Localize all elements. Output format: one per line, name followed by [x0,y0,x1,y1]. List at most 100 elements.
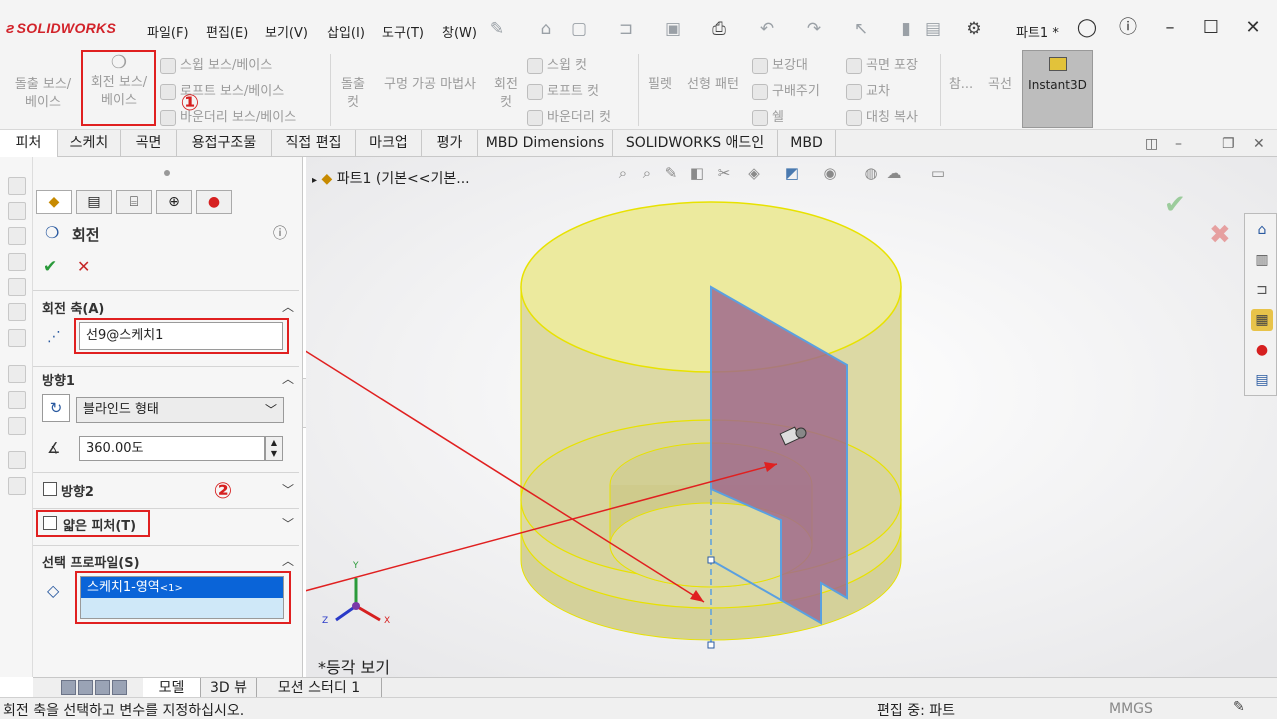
tab-evaluate[interactable]: 평가 [422,130,478,157]
linear-pattern-button[interactable]: 선형 패턴 [680,76,746,94]
tab-model[interactable]: 모델 [143,678,201,698]
wrap-button[interactable]: 곡면 포장 [846,54,918,74]
tab-sketch[interactable]: 스케치 [58,130,121,157]
edit-appearance-icon[interactable]: ◍ [861,163,881,183]
tile-icon[interactable]: ◫ [1145,136,1158,152]
rebuild-status-icon[interactable]: ✎ [1233,699,1245,715]
chevron-up-icon[interactable]: ︿ [282,370,294,387]
strip-feature-icon[interactable] [8,477,26,495]
help-icon[interactable]: ⓘ [273,223,287,243]
file-explorer-icon[interactable]: ⊐ [1251,279,1273,301]
menu-edit[interactable]: 편집(E) [206,22,248,41]
sweep-cut-button[interactable]: 스윕 컷 [527,54,587,74]
revolve-cut-button[interactable]: 회전 컷 [488,76,524,112]
strip-feature-icon[interactable] [8,303,26,321]
mirror-button[interactable]: 대칭 복사 [846,106,918,126]
chevron-down-icon[interactable]: ﹀ [282,515,294,532]
redo-icon[interactable]: ↷ [803,18,825,40]
tab-mbd-dimensions[interactable]: MBD Dimensions [478,130,613,157]
hole-wizard-button[interactable]: 구멍 가공 마법사 [374,76,486,94]
boundary-cut-button[interactable]: 바운더리 컷 [527,106,611,126]
help-icon[interactable]: ⓘ [1116,16,1140,40]
zoom-to-fit-icon[interactable]: ⌕ [613,163,633,183]
direction2-checkbox[interactable] [43,482,57,496]
select-icon[interactable]: ↖ [850,18,872,40]
extrude-boss-button[interactable]: 돌출 보스/ 베이스 [8,76,78,112]
view-palette-icon[interactable]: ▦ [1251,309,1273,331]
solidworks-resources-icon[interactable]: ⌂ [1251,219,1273,241]
sketch-point[interactable] [707,641,715,649]
axis-section-title[interactable]: 회전 축(A) [42,298,104,317]
strip-feature-icon[interactable] [8,253,26,271]
rebuild-icon[interactable]: ▮ [895,18,917,40]
fillet-button[interactable]: 필렛 [642,76,678,94]
minimize-button[interactable]: – [1158,16,1182,40]
tab-surfaces[interactable]: 곡면 [121,130,177,157]
undo-icon[interactable]: ↶ [756,18,778,40]
strip-feature-icon[interactable] [8,391,26,409]
first-tab-button[interactable] [61,680,76,695]
view-settings-icon[interactable]: ▭ [928,163,948,183]
confirm-ok-icon[interactable]: ✔ [1164,190,1186,220]
strip-feature-icon[interactable] [8,227,26,245]
design-library-icon[interactable]: ▥ [1251,249,1273,271]
maximize-button[interactable]: ☐ [1199,16,1223,40]
end-condition-select[interactable]: 블라인드 형태 ﹀ [76,397,284,423]
appearances-icon[interactable]: ● [1251,339,1273,361]
print-icon[interactable]: ⎙ [708,18,730,40]
solidworks-logo[interactable]: ƨ SOLIDWORKS [6,20,116,37]
reverse-direction-button[interactable]: ↻ [42,394,70,422]
previous-view-icon[interactable]: ✎ [661,163,681,183]
direction1-section-title[interactable]: 방향1 [42,370,75,389]
pm-tab-property-manager[interactable]: ▤ [76,190,112,214]
save-icon[interactable]: ▣ [662,18,684,40]
pm-tab-dimxpert[interactable]: ⊕ [156,190,192,214]
feature-tree-root[interactable]: ▸ ◆ 파트1 (기본<<기본... [312,168,470,188]
window-restore-icon[interactable]: ❐ [1222,136,1235,152]
draft-button[interactable]: 구배주기 [752,80,820,100]
extrude-cut-button[interactable]: 돌출 컷 [334,76,372,112]
menu-insert[interactable]: 삽입(I) [327,22,365,41]
tab-markup[interactable]: 마크업 [356,130,422,157]
pm-tab-configuration-manager[interactable]: ⌸ [116,190,152,214]
model-viewport[interactable] [306,157,1277,677]
instant3d-button[interactable]: Instant3D [1022,50,1093,128]
previous-tab-button[interactable] [78,680,93,695]
window-close-icon[interactable]: ✕ [1253,136,1265,152]
file-properties-icon[interactable]: ▤ [922,18,944,40]
strip-feature-icon[interactable] [8,451,26,469]
section-view-icon[interactable]: ◧ [687,163,707,183]
hide-show-items-icon[interactable]: ◉ [820,163,840,183]
tab-direct-editing[interactable]: 직접 편집 [272,130,356,157]
reference-geometry-button[interactable]: 참... [944,76,978,94]
restore-pane-icon[interactable]: – [1175,136,1182,152]
chevron-up-icon[interactable]: ︿ [282,552,294,569]
close-button[interactable]: ✕ [1241,16,1265,40]
graphics-area[interactable]: ⌕ ⌕ ✎ ◧ ✂ ◈ ◩ ◉ ◍ ☁ ▭ ✔ ✖ Y X Z [306,157,1277,677]
tab-motion-study[interactable]: 모션 스터디 1 [257,678,382,698]
strip-feature-icon[interactable] [8,202,26,220]
custom-properties-icon[interactable]: ▤ [1251,369,1273,391]
chevron-down-icon[interactable]: ﹀ [282,481,294,498]
loft-cut-button[interactable]: 로프트 컷 [527,80,599,100]
view-orientation-icon[interactable]: ◈ [744,163,764,183]
menu-tools[interactable]: 도구(T) [382,22,424,41]
intersect-button[interactable]: 교차 [846,80,890,100]
tab-weldments[interactable]: 용접구조물 [177,130,272,157]
tab-3d-view[interactable]: 3D 뷰 [201,678,257,698]
confirm-cancel-icon[interactable]: ✖ [1209,220,1231,250]
zoom-area-icon[interactable]: ⌕ [637,163,657,183]
display-style-icon[interactable]: ◩ [782,163,802,183]
apply-scene-icon[interactable]: ☁ [884,163,904,183]
tab-solidworks-addins[interactable]: SOLIDWORKS 애드인 [613,130,778,157]
unit-system-selector[interactable]: MMGS [1109,701,1153,717]
strip-feature-icon[interactable] [8,365,26,383]
rib-button[interactable]: 보강대 [752,54,808,74]
pin-icon[interactable]: ✎ [486,18,508,40]
new-document-icon[interactable]: ▢ [568,18,590,40]
dynamic-annotation-icon[interactable]: ✂ [714,163,734,183]
curves-button[interactable]: 곡선 [982,76,1018,94]
user-account-icon[interactable]: ◯ [1075,16,1099,40]
menu-view[interactable]: 보기(V) [265,22,308,41]
shell-button[interactable]: 쉘 [752,106,784,126]
